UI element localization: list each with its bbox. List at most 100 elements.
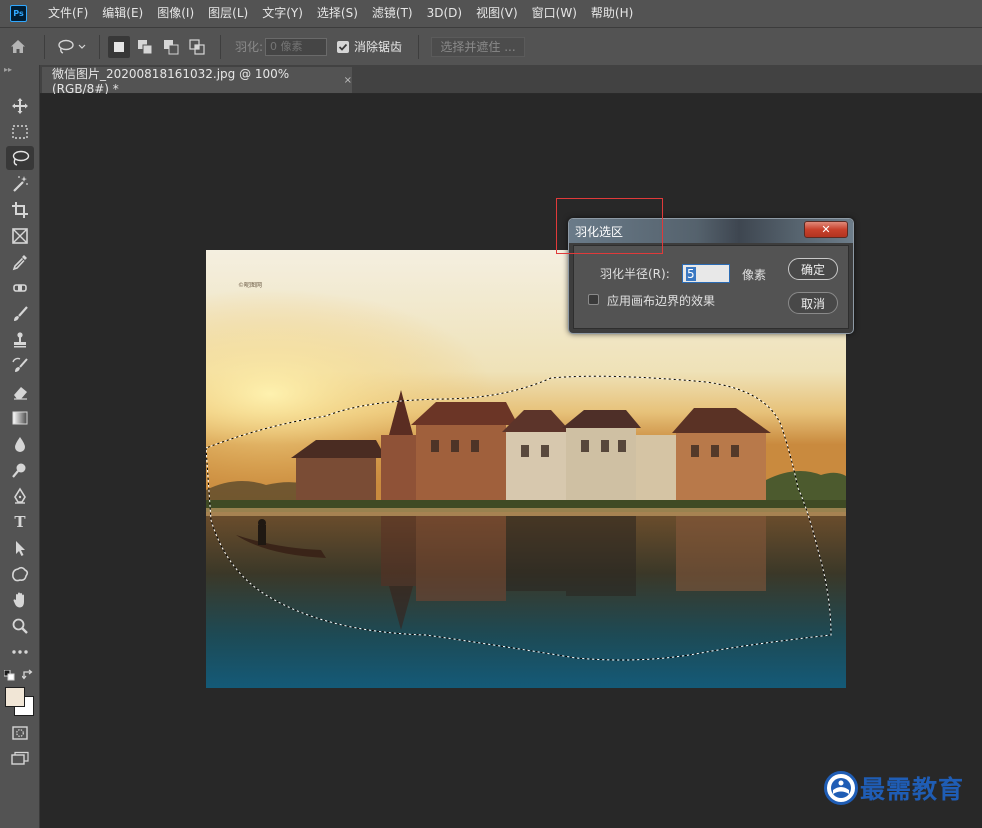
- menu-image[interactable]: 图像(I): [150, 0, 201, 27]
- brand-emblem-icon: [824, 771, 858, 805]
- hand-tool[interactable]: [6, 588, 34, 612]
- menu-view[interactable]: 视图(V): [469, 0, 525, 27]
- brush-tool[interactable]: [6, 302, 34, 326]
- subtract-selection-icon: [164, 39, 179, 54]
- apply-canvas-bounds-label: 应用画布边界的效果: [607, 294, 716, 308]
- zoom-tool[interactable]: [6, 614, 34, 638]
- select-and-mask-button[interactable]: 选择并遮住 ...: [431, 36, 526, 57]
- photoshop-logo-icon[interactable]: Ps: [10, 5, 27, 22]
- type-tool[interactable]: T: [6, 510, 34, 534]
- frame-icon: [12, 228, 28, 244]
- screen-mode-button[interactable]: [6, 747, 34, 771]
- separator: [418, 34, 420, 59]
- antialias-label: 消除锯齿: [354, 40, 403, 54]
- image-watermark: ©昵图网: [238, 282, 263, 289]
- brand-text: 最需教育: [860, 775, 965, 804]
- annotation-highlight-box: [556, 198, 663, 254]
- magic-wand-tool[interactable]: [6, 172, 34, 196]
- document-tab-title: 微信图片_20200818161032.jpg @ 100%(RGB/8#) *: [52, 66, 290, 96]
- gradient-tool[interactable]: [6, 406, 34, 430]
- subtract-from-selection-button[interactable]: [160, 36, 182, 58]
- history-brush-tool[interactable]: [6, 354, 34, 378]
- add-to-selection-button[interactable]: [134, 36, 156, 58]
- close-icon[interactable]: ×: [344, 75, 352, 86]
- menu-bar: Ps 文件(F) 编辑(E) 图像(I) 图层(L) 文字(Y) 选择(S) 滤…: [0, 0, 982, 27]
- antialias-checkbox[interactable]: [337, 40, 350, 53]
- menu-3d[interactable]: 3D(D): [420, 0, 469, 27]
- menu-window[interactable]: 窗口(W): [525, 0, 584, 27]
- document-tab-bar: 微信图片_20200818161032.jpg @ 100%(RGB/8#) *…: [40, 65, 982, 96]
- pen-tool[interactable]: [6, 484, 34, 508]
- crop-tool[interactable]: [6, 198, 34, 222]
- boatman: [258, 525, 266, 545]
- dodge-icon: [12, 463, 26, 478]
- eraser-tool[interactable]: [6, 380, 34, 404]
- gradient-icon: [12, 411, 28, 425]
- home-icon[interactable]: [0, 39, 36, 54]
- more-tools[interactable]: [6, 640, 34, 664]
- foreground-color-swatch[interactable]: [5, 687, 25, 707]
- move-icon: [12, 98, 28, 114]
- menu-filter[interactable]: 滤镜(T): [365, 0, 420, 27]
- lasso-icon: [58, 39, 86, 54]
- options-bar: 羽化: 消除锯齿 选择并遮住 ...: [0, 27, 982, 65]
- brush-icon: [14, 306, 28, 321]
- menu-file[interactable]: 文件(F): [41, 0, 95, 27]
- checkmark-icon: [338, 43, 348, 51]
- marquee-tool[interactable]: [6, 120, 34, 144]
- type-icon: T: [14, 513, 26, 531]
- screen-mode-icon: [11, 751, 29, 765]
- blur-tool[interactable]: [6, 432, 34, 456]
- bandage-icon: [13, 284, 27, 292]
- dodge-tool[interactable]: [6, 458, 34, 482]
- brand-logo: 最需教育: [824, 770, 964, 806]
- apply-canvas-bounds-checkbox[interactable]: [588, 294, 599, 305]
- swap-colors-icon[interactable]: [21, 669, 34, 684]
- menu-select[interactable]: 选择(S): [310, 0, 365, 27]
- marquee-icon: [12, 125, 28, 139]
- dialog-close-button[interactable]: ✕: [804, 221, 848, 238]
- lasso-icon: [12, 150, 30, 166]
- zoom-icon: [12, 618, 28, 634]
- lasso-tool[interactable]: [6, 146, 34, 170]
- frame-tool[interactable]: [6, 224, 34, 248]
- crop-icon: [12, 202, 28, 218]
- pen-icon: [14, 487, 26, 504]
- eyedropper-tool[interactable]: [6, 250, 34, 274]
- menu-edit[interactable]: 编辑(E): [95, 0, 150, 27]
- feather-radius-value: 5: [686, 266, 696, 281]
- close-icon: ✕: [821, 223, 831, 236]
- cancel-button[interactable]: 取消: [788, 292, 838, 314]
- dialog-body: 羽化半径(R): 5 像素 应用画布边界的效果 确定 取消: [573, 245, 849, 329]
- healing-brush-tool[interactable]: [6, 276, 34, 300]
- intersect-selection-button[interactable]: [186, 36, 208, 58]
- shoreline: [206, 508, 846, 516]
- separator: [99, 34, 100, 59]
- feather-radius-input[interactable]: 5: [682, 264, 730, 283]
- lasso-preset-picker[interactable]: [53, 39, 91, 55]
- chevron-down-icon: [78, 44, 86, 49]
- magic-wand-icon: [13, 176, 28, 192]
- feather-label: 羽化:: [235, 40, 264, 54]
- quick-mask-button[interactable]: [6, 721, 34, 745]
- default-colors-icon[interactable]: [3, 669, 15, 684]
- menu-type[interactable]: 文字(Y): [255, 0, 310, 27]
- clone-stamp-tool[interactable]: [6, 328, 34, 352]
- feather-radius-unit: 像素: [742, 268, 767, 282]
- menu-layer[interactable]: 图层(L): [201, 0, 255, 27]
- drop-icon: [15, 437, 25, 452]
- ellipsis-icon: [12, 650, 28, 654]
- ok-button[interactable]: 确定: [788, 258, 838, 280]
- quick-mask-icon: [12, 726, 28, 740]
- intersect-selection-icon: [189, 38, 205, 55]
- feather-input[interactable]: [265, 37, 328, 56]
- path-selection-tool[interactable]: [6, 536, 34, 560]
- new-selection-button[interactable]: [108, 35, 130, 58]
- document-tab[interactable]: 微信图片_20200818161032.jpg @ 100%(RGB/8#) *…: [42, 66, 352, 96]
- history-brush-icon: [12, 357, 28, 372]
- shape-tool[interactable]: [6, 562, 34, 586]
- panel-collapse-icon[interactable]: ▸▸: [0, 65, 39, 75]
- move-tool[interactable]: [6, 94, 34, 118]
- menu-help[interactable]: 帮助(H): [584, 0, 640, 27]
- add-selection-icon: [138, 39, 153, 54]
